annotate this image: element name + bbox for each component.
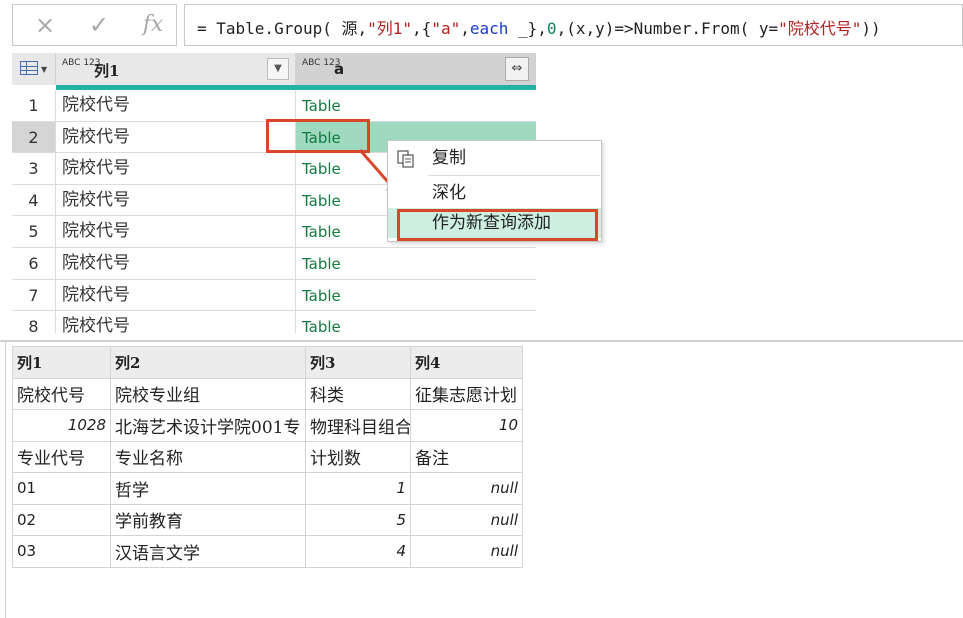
column-header-label: 列1 — [94, 62, 120, 80]
caret-down-icon: ▼ — [41, 65, 48, 74]
fx-icon[interactable]: fx — [133, 11, 173, 39]
table-cell[interactable]: 汉语言文学 — [110, 535, 306, 568]
table-header-row: 列1 列2 列3 列4 — [12, 346, 523, 379]
formula-buttons: × ✓ fx — [12, 4, 177, 46]
table-row: 7 院校代号 Table — [12, 279, 536, 312]
table-cell[interactable]: 4 — [305, 535, 411, 568]
table-cell[interactable]: 院校代号 — [56, 153, 296, 184]
table-cell[interactable]: 院校代号 — [56, 184, 296, 216]
table-cell[interactable]: 院校专业组 — [110, 377, 306, 410]
menu-item-label: 复制 — [432, 148, 466, 168]
filter-dropdown-icon[interactable]: ▼ — [267, 58, 289, 80]
row-number[interactable]: 5 — [12, 216, 56, 247]
table-row: 1028 北海艺术设计学院001专 物理科目组合 10 — [12, 409, 523, 442]
highlight-box-menu-item — [397, 209, 598, 241]
row-number[interactable]: 7 — [12, 279, 56, 311]
row-number[interactable]: 3 — [12, 153, 56, 184]
column-header[interactable]: 列4 — [410, 346, 523, 379]
table-icon — [20, 61, 38, 75]
table-cell[interactable]: 院校代号 — [56, 248, 296, 279]
menu-separator — [428, 175, 600, 176]
table-link-cell[interactable]: Table — [296, 248, 536, 279]
table-row: 02 学前教育 5 null — [12, 503, 523, 536]
pane-divider[interactable] — [0, 340, 963, 342]
table-cell[interactable]: 院校代号 — [56, 311, 296, 333]
detail-preview-table: 列1 列2 列3 列4 院校代号 院校专业组 科类 征集志愿计划 1028 北海… — [12, 346, 523, 568]
formula-bar: × ✓ fx = Table.Group( 源,"列1",{"a",each _… — [12, 4, 963, 46]
table-cell[interactable]: 10 — [410, 409, 523, 442]
pane-border — [5, 342, 6, 618]
table-cell[interactable]: null — [410, 472, 523, 505]
column-header-a[interactable]: ABC 123 a ⇔ — [296, 53, 536, 85]
table-cell[interactable]: 科类 — [305, 377, 411, 410]
table-cell[interactable]: 1 — [305, 472, 411, 505]
table-row: 03 汉语言文学 4 null — [12, 535, 523, 568]
table-cell[interactable]: null — [410, 535, 523, 568]
table-link-cell[interactable]: Table — [296, 280, 536, 311]
table-cell[interactable]: 院校代号 — [56, 279, 296, 311]
table-row: 8 院校代号 Table — [12, 311, 536, 333]
table-row: 院校代号 院校专业组 科类 征集志愿计划 — [12, 377, 523, 410]
formula-input[interactable]: = Table.Group( 源,"列1",{"a",each _},0,(x,… — [184, 4, 963, 46]
row-number[interactable]: 8 — [12, 311, 56, 333]
menu-item-copy[interactable]: 复制 — [388, 143, 601, 173]
table-cell[interactable]: 院校代号 — [56, 121, 296, 153]
column-header[interactable]: 列1 — [12, 346, 111, 379]
cancel-icon[interactable]: × — [25, 11, 65, 39]
table-cell[interactable]: 专业名称 — [110, 440, 306, 473]
table-cell[interactable]: 征集志愿计划 — [410, 377, 523, 410]
table-cell[interactable]: 学前教育 — [110, 503, 306, 536]
table-cell[interactable]: 专业代号 — [12, 440, 111, 473]
row-number[interactable]: 2 — [12, 121, 56, 153]
menu-item-label: 深化 — [432, 183, 466, 203]
table-cell[interactable]: 院校代号 — [56, 90, 296, 121]
row-number[interactable]: 6 — [12, 248, 56, 279]
table-cell[interactable]: 02 — [12, 503, 111, 536]
table-cell[interactable]: 5 — [305, 503, 411, 536]
copy-icon — [397, 150, 414, 168]
column-header[interactable]: 列3 — [305, 346, 411, 379]
menu-item-drill-down[interactable]: 深化 — [388, 178, 601, 208]
column-header-col1[interactable]: ABC 123 列1 ▼ — [56, 53, 296, 85]
column-header-label: a — [334, 60, 345, 78]
table-menu-button[interactable]: ▼ — [12, 53, 56, 85]
table-row: 1 院校代号 Table — [12, 90, 536, 122]
table-cell[interactable]: 北海艺术设计学院001专 — [110, 409, 306, 442]
table-row: 01 哲学 1 null — [12, 472, 523, 505]
table-link-cell[interactable]: Table — [296, 311, 536, 333]
table-cell[interactable]: 01 — [12, 472, 111, 505]
commit-icon[interactable]: ✓ — [79, 11, 119, 39]
table-link-cell[interactable]: Table — [296, 90, 536, 121]
table-row: 6 院校代号 Table — [12, 248, 536, 280]
table-cell[interactable]: 03 — [12, 535, 111, 568]
row-number[interactable]: 1 — [12, 90, 56, 121]
row-number[interactable]: 4 — [12, 184, 56, 216]
expand-column-icon[interactable]: ⇔ — [505, 57, 529, 81]
table-cell[interactable]: 院校代号 — [12, 377, 111, 410]
table-cell[interactable]: 物理科目组合 — [305, 409, 411, 442]
table-cell[interactable]: 1028 — [12, 409, 111, 442]
table-cell[interactable]: 院校代号 — [56, 216, 296, 247]
table-cell[interactable]: null — [410, 503, 523, 536]
formula-text: = Table.Group( 源,"列1",{"a",each _},0,(x,… — [197, 19, 881, 38]
table-row: 专业代号 专业名称 计划数 备注 — [12, 440, 523, 473]
highlight-box-table-cell — [266, 119, 370, 153]
column-header[interactable]: 列2 — [110, 346, 306, 379]
table-cell[interactable]: 哲学 — [110, 472, 306, 505]
table-cell[interactable]: 备注 — [410, 440, 523, 473]
table-cell[interactable]: 计划数 — [305, 440, 411, 473]
